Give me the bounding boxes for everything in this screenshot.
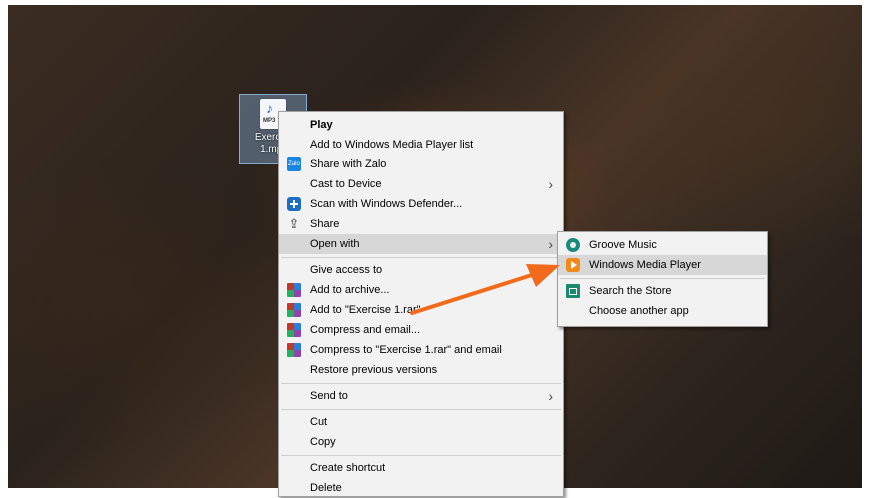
context-menu: Play Add to Windows Media Player list Za… [278, 111, 564, 497]
menu-item-label: Compress to "Exercise 1.rar" and email [310, 344, 502, 356]
submenu-item-label: Search the Store [589, 285, 672, 297]
menu-item-copy[interactable]: Copy [279, 432, 563, 452]
menu-item-label: Create shortcut [310, 462, 386, 474]
menu-item-label: Restore previous versions [310, 364, 438, 376]
submenu-item-groove-music[interactable]: Groove Music [558, 235, 767, 255]
windows-defender-icon [287, 197, 301, 211]
store-icon [566, 284, 580, 298]
menu-item-label: Send to [310, 390, 348, 402]
chevron-right-icon: › [548, 388, 553, 404]
windows-media-player-icon [566, 258, 580, 272]
submenu-item-label: Windows Media Player [589, 259, 701, 271]
zalo-icon: Zalo [287, 157, 301, 171]
submenu-item-search-the-store[interactable]: Search the Store [558, 281, 767, 301]
menu-item-play[interactable]: Play [279, 115, 563, 135]
menu-item-compress-and-email[interactable]: Compress and email... [279, 320, 563, 340]
music-note-icon: ♪ [266, 100, 273, 116]
menu-item-label: Compress and email... [310, 324, 421, 336]
submenu-item-choose-another-app[interactable]: Choose another app [558, 301, 767, 321]
menu-item-add-to-rar[interactable]: Add to "Exercise 1.rar" [279, 300, 563, 320]
menu-item-open-with[interactable]: Open with › [279, 234, 563, 254]
winrar-icon [287, 283, 301, 297]
menu-item-label: Cast to Device [310, 178, 382, 190]
winrar-icon [287, 303, 301, 317]
menu-item-label: Open with [310, 238, 360, 250]
menu-item-share[interactable]: ⇪ Share [279, 214, 563, 234]
winrar-icon [287, 343, 301, 357]
menu-item-label: Share with Zalo [310, 158, 387, 170]
submenu-item-label: Groove Music [589, 239, 657, 251]
menu-item-label: Add to "Exercise 1.rar" [310, 304, 421, 316]
menu-item-label: Scan with Windows Defender... [310, 198, 463, 210]
menu-item-share-with-zalo[interactable]: Zalo Share with Zalo [279, 154, 563, 174]
menu-item-label: Add to archive... [310, 284, 390, 296]
chevron-right-icon: › [548, 262, 553, 278]
menu-item-delete[interactable]: Delete [279, 478, 563, 498]
menu-item-label: Share [310, 218, 340, 230]
submenu-item-label: Choose another app [589, 305, 689, 317]
submenu-item-windows-media-player[interactable]: Windows Media Player [558, 255, 767, 275]
menu-item-label: Play [310, 119, 333, 131]
chevron-right-icon: › [548, 236, 553, 252]
menu-separator [281, 455, 561, 456]
menu-item-give-access-to[interactable]: Give access to › [279, 260, 563, 280]
groove-music-icon [566, 238, 580, 252]
share-icon: ⇪ [288, 216, 300, 231]
menu-item-cast-to-device[interactable]: Cast to Device › [279, 174, 563, 194]
menu-item-compress-to-rar-and-email[interactable]: Compress to "Exercise 1.rar" and email [279, 340, 563, 360]
menu-item-label: Cut [310, 416, 328, 428]
menu-separator [281, 257, 561, 258]
menu-separator [281, 409, 561, 410]
menu-item-cut[interactable]: Cut [279, 412, 563, 432]
menu-item-label: Delete [310, 482, 342, 494]
menu-item-add-to-wmp-list[interactable]: Add to Windows Media Player list [279, 135, 563, 155]
menu-item-add-to-archive[interactable]: Add to archive... [279, 280, 563, 300]
menu-item-label: Give access to [310, 264, 383, 276]
menu-item-send-to[interactable]: Send to › [279, 386, 563, 406]
chevron-right-icon: › [548, 176, 553, 192]
menu-separator [560, 278, 765, 279]
menu-item-create-shortcut[interactable]: Create shortcut [279, 458, 563, 478]
menu-item-label: Copy [310, 436, 336, 448]
file-type-label: MP3 [263, 118, 276, 124]
winrar-icon [287, 323, 301, 337]
menu-item-restore-previous-versions[interactable]: Restore previous versions [279, 360, 563, 380]
menu-item-label: Add to Windows Media Player list [310, 139, 474, 151]
menu-separator [281, 383, 561, 384]
menu-item-scan-with-defender[interactable]: Scan with Windows Defender... [279, 194, 563, 214]
open-with-submenu: Groove Music Windows Media Player Search… [557, 231, 768, 327]
